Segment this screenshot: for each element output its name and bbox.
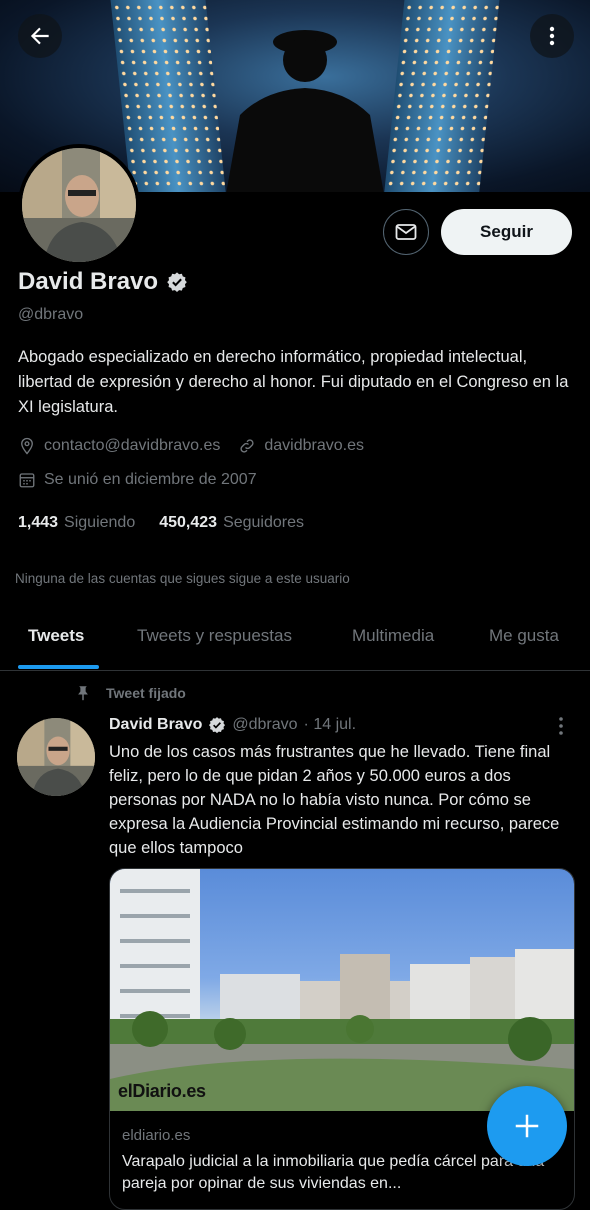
- profile-name: David Bravo: [18, 268, 159, 295]
- pinned-text: Tweet fijado: [106, 685, 186, 701]
- tweet-author-avatar[interactable]: [17, 718, 95, 796]
- follow-button[interactable]: Seguir: [441, 209, 572, 255]
- profile-joined-date: Se unió en diciembre de 2007: [44, 471, 257, 488]
- verified-badge-icon: [209, 717, 226, 734]
- envelope-icon: [395, 224, 417, 240]
- profile-avatar[interactable]: [18, 144, 140, 266]
- profile-joined-row: Se unió en diciembre de 2007: [18, 471, 257, 489]
- more-vertical-icon: [549, 26, 555, 46]
- tab-tweets-replies[interactable]: Tweets y respuestas: [137, 626, 292, 646]
- calendar-icon: [19, 473, 35, 488]
- following-label: Siguiendo: [64, 514, 136, 531]
- link-card-domain: eldiario.es: [122, 1127, 191, 1144]
- followers-stat[interactable]: 450,423 Seguidores: [159, 514, 304, 532]
- tab-likes[interactable]: Me gusta: [489, 626, 559, 646]
- link-card-logo: elDiario.es: [118, 1081, 206, 1101]
- tab-media[interactable]: Multimedia: [352, 626, 434, 646]
- arrow-left-icon: [30, 27, 49, 45]
- profile-tabs: Tweets Tweets y respuestas Multimedia Me…: [0, 604, 590, 671]
- profile-name-row: David Bravo: [18, 268, 188, 296]
- location-pin-icon: [21, 437, 33, 455]
- active-tab-indicator: [18, 665, 99, 669]
- profile-website-link[interactable]: davidbravo.es: [264, 437, 364, 455]
- no-mutual-followers-note: Ninguna de las cuentas que sigues sigue …: [15, 571, 350, 586]
- following-count: 1,443: [18, 514, 59, 531]
- followers-label: Seguidores: [223, 514, 305, 531]
- following-stat[interactable]: 1,443 Siguiendo: [18, 514, 135, 532]
- verified-badge-icon: [167, 272, 187, 292]
- profile-contact-row: contacto@davidbravo.es davidbravo.es: [18, 437, 364, 455]
- tweet-text: Uno de los casos más frustrantes que he …: [109, 743, 560, 857]
- link-card-image: elDiario.es: [110, 869, 574, 1111]
- profile-handle: @dbravo: [18, 306, 84, 323]
- tweet-date[interactable]: · 14 jul.: [304, 716, 356, 734]
- tweet-author-name[interactable]: David Bravo: [109, 716, 202, 734]
- tweet-author-handle: @dbravo: [232, 716, 298, 733]
- tweet-header: David Bravo @dbravo · 14 jul.: [109, 716, 356, 734]
- pin-icon: [78, 686, 88, 701]
- link-card-title: Varapalo judicial a la inmobiliaria que …: [122, 1153, 545, 1192]
- profile-bio: Abogado especializado en derecho informá…: [18, 348, 569, 416]
- profile-email[interactable]: contacto@davidbravo.es: [44, 437, 220, 455]
- banner-silhouette: [226, 30, 384, 192]
- tab-tweets[interactable]: Tweets: [28, 626, 84, 646]
- message-button[interactable]: [383, 209, 429, 255]
- more-options-button[interactable]: [530, 14, 574, 58]
- compose-tweet-button[interactable]: [487, 1086, 567, 1166]
- pinned-tweet-label: Tweet fijado: [74, 684, 186, 702]
- tweet-more-icon[interactable]: [553, 716, 569, 736]
- link-icon: [240, 439, 254, 453]
- plus-icon: [515, 1114, 539, 1138]
- back-button[interactable]: [18, 14, 62, 58]
- profile-stats: 1,443 Siguiendo 450,423 Seguidores: [18, 514, 304, 532]
- followers-count: 450,423: [159, 514, 218, 531]
